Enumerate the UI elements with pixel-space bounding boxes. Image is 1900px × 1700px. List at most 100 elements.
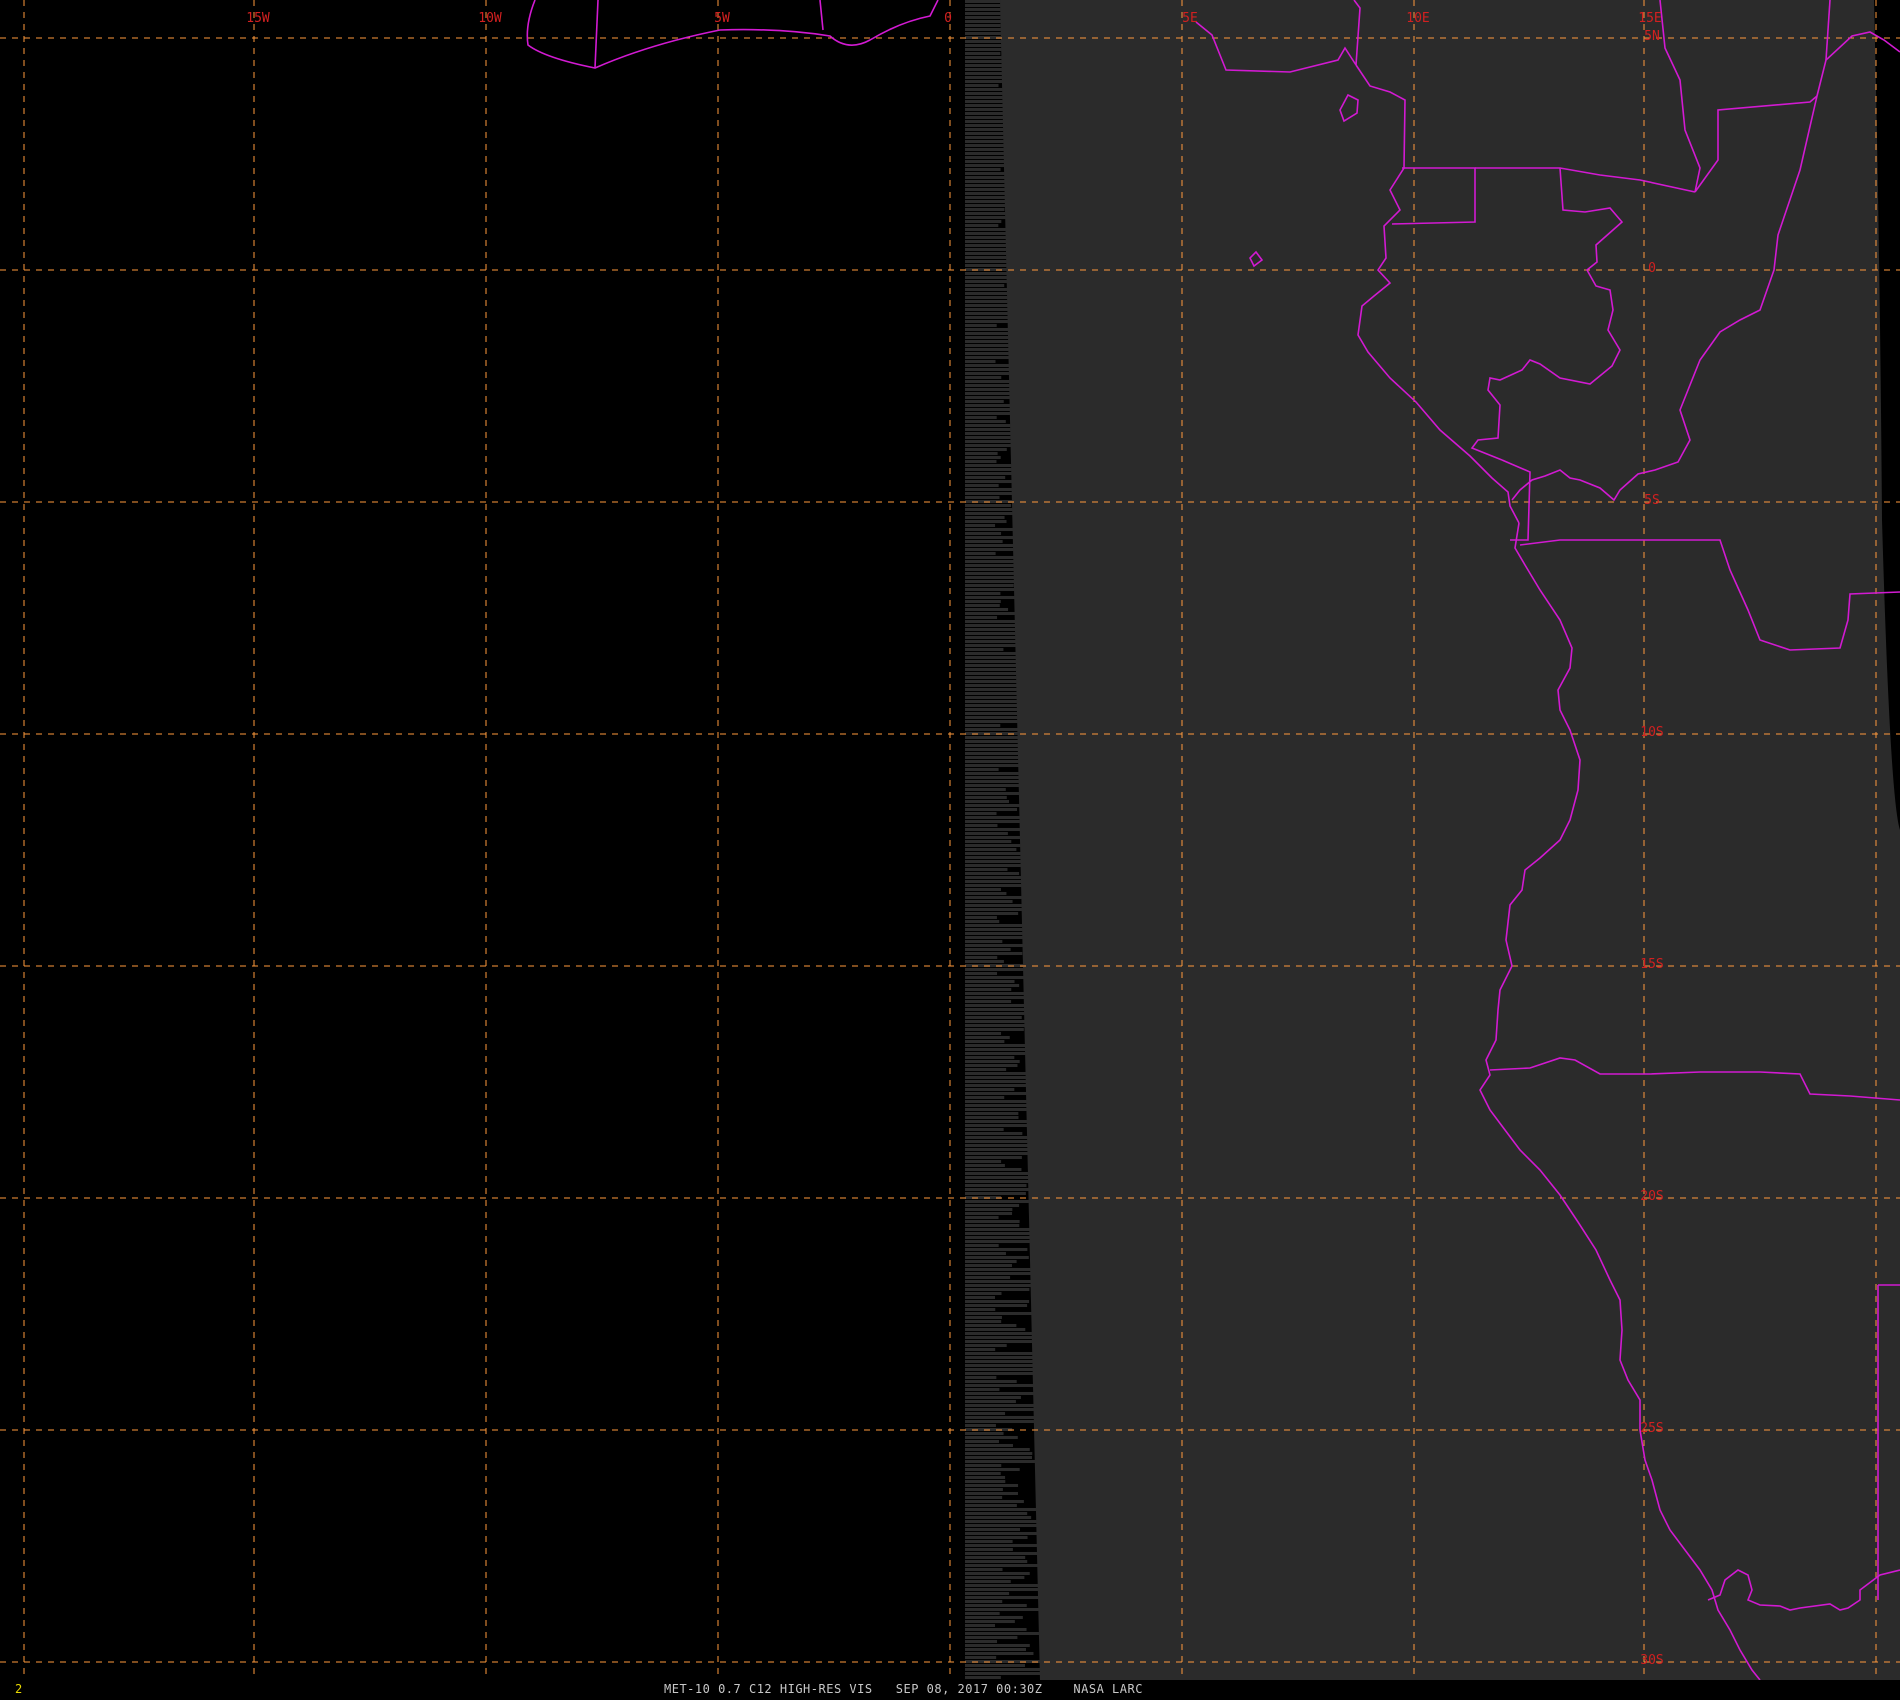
terminator-band (965, 412, 1014, 415)
terminator-band (965, 1596, 1046, 1599)
terminator-band (965, 1416, 1043, 1419)
terminator-band (965, 1000, 1012, 1003)
terminator-band (965, 1608, 1048, 1611)
latitude-label: 0 (1648, 261, 1656, 276)
terminator-band (965, 1672, 1049, 1675)
terminator-band (965, 128, 1007, 131)
terminator-band (965, 1152, 1038, 1155)
terminator-band (965, 1308, 996, 1311)
terminator-band (965, 1056, 1015, 1059)
terminator-band (965, 1160, 1002, 1163)
terminator-band (965, 832, 1008, 835)
terminator-band (965, 1556, 1026, 1559)
terminator-band (965, 1484, 1019, 1487)
terminator-band (965, 928, 1027, 931)
terminator-band (965, 1268, 1032, 1271)
terminator-band (965, 108, 1009, 111)
terminator-band (965, 1276, 1011, 1279)
terminator-band (965, 1240, 1033, 1243)
terminator-band (965, 68, 1007, 71)
terminator-band (965, 1632, 1046, 1635)
terminator-band (965, 1432, 1004, 1435)
terminator-band (965, 1552, 1039, 1555)
terminator-band (965, 892, 1007, 895)
terminator-band (965, 1112, 1019, 1115)
terminator-band (965, 1208, 1013, 1211)
terminator-band (965, 1064, 1018, 1067)
image-caption: MET-10 0.7 C12 HIGH-RES VIS SEP 08, 2017… (664, 1682, 1143, 1696)
terminator-band (965, 872, 1020, 875)
terminator-band (965, 1620, 1015, 1623)
terminator-band (965, 220, 1002, 223)
longitude-label: 10W (478, 11, 502, 26)
terminator-band (965, 1664, 1026, 1667)
terminator-band (965, 212, 1011, 215)
terminator-band (965, 1280, 1037, 1283)
terminator-band (965, 1512, 1028, 1515)
terminator-band (965, 520, 1007, 523)
terminator-band (965, 916, 997, 919)
terminator-band (965, 1216, 999, 1219)
terminator-band (965, 800, 1010, 803)
longitude-label: 10E (1406, 11, 1429, 26)
terminator-band (965, 1368, 1035, 1371)
terminator-band (965, 868, 1008, 871)
terminator-band (965, 276, 1012, 279)
terminator-band (965, 1468, 1020, 1471)
terminator-band (965, 1300, 1030, 1303)
terminator-band (965, 796, 1007, 799)
terminator-band (965, 1016, 1022, 1019)
terminator-band (965, 1344, 1007, 1347)
terminator-band (965, 1424, 996, 1427)
terminator-band (965, 1196, 1002, 1199)
terminator-band (965, 960, 1004, 963)
terminator-band (965, 1396, 1021, 1399)
terminator-band (965, 1316, 1002, 1319)
terminator-band (965, 1656, 997, 1659)
terminator-band (965, 1128, 1004, 1131)
terminator-band (965, 52, 1001, 55)
terminator-band (965, 1488, 1003, 1491)
latitude-label: 20S (1640, 1189, 1663, 1204)
terminator-band (965, 1220, 1020, 1223)
terminator-band (965, 600, 1001, 603)
terminator-band (965, 1456, 1032, 1459)
terminator-band (965, 456, 1001, 459)
terminator-band (965, 1584, 1050, 1587)
terminator-band (965, 1616, 1023, 1619)
terminator-band (965, 1060, 1020, 1063)
terminator-band (965, 1648, 1027, 1651)
terminator-band (965, 1604, 1027, 1607)
terminator-band (965, 1444, 1013, 1447)
terminator-band (965, 524, 996, 527)
terminator-band (965, 1440, 999, 1443)
terminator-band (965, 1028, 1024, 1031)
terminator-band (965, 1284, 1042, 1287)
terminator-band (965, 1540, 1013, 1543)
terminator-band (965, 1412, 1006, 1415)
frame-number: 2 (15, 1682, 23, 1696)
satellite-image-viewer: 15W 10W 5W 0 5E 10E 15E 5N 0 5S 10S 15S 20S 25S 30S 2 … (0, 0, 1900, 1700)
terminator-band (965, 1388, 1000, 1391)
terminator-band (965, 1652, 1034, 1655)
terminator-band (965, 488, 1015, 491)
terminator-band (965, 588, 1021, 591)
terminator-band (965, 920, 1000, 923)
terminator-band (965, 1668, 1045, 1671)
terminator-band (965, 684, 1025, 687)
terminator-band (965, 584, 1014, 587)
terminator-band (965, 1320, 1002, 1323)
terminator-band (965, 848, 1017, 851)
terminator-band (965, 776, 1028, 779)
terminator-band (965, 1588, 1044, 1591)
terminator-band (965, 1592, 1010, 1595)
terminator-band (965, 888, 1001, 891)
terminator-band (965, 1260, 1017, 1263)
terminator-band (965, 324, 997, 327)
terminator-band (965, 1212, 1013, 1215)
terminator-band (965, 604, 1000, 607)
terminator-band (965, 1204, 1020, 1207)
terminator-band (965, 1304, 1028, 1307)
terminator-band (965, 1624, 996, 1627)
terminator-band (965, 1492, 1018, 1495)
